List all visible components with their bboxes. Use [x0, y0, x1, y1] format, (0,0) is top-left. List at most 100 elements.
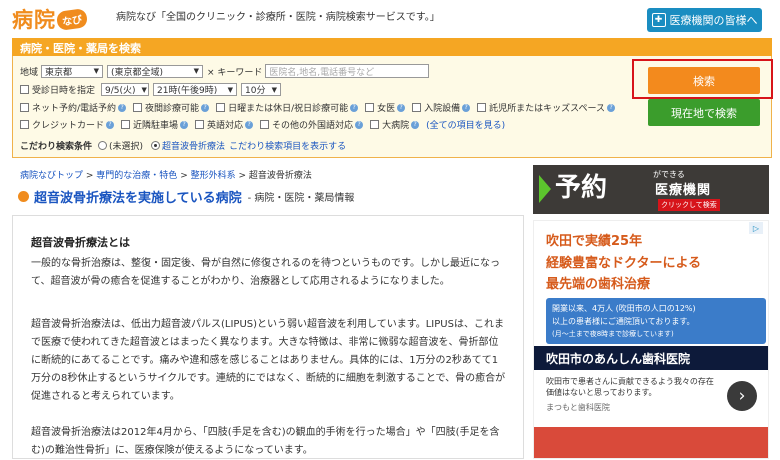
option-label: その他の外国語対応: [272, 121, 354, 131]
city-select[interactable]: (東京都全域) ▼: [107, 64, 204, 78]
search-button-highlight: [632, 59, 773, 99]
time-value: 21時(午後9時): [157, 86, 218, 96]
option-label: 女医: [377, 104, 396, 114]
option-label: 近隣駐車場: [133, 121, 179, 131]
ad-line-2: 経験豊富なドクターによる: [546, 256, 702, 271]
help-icon[interactable]: ?: [180, 120, 189, 129]
ad-banner: 開業以来、4万人 (吹田市の人口の12%) 以上の患者様にご通院頂いております。…: [546, 298, 766, 344]
help-icon[interactable]: ?: [607, 103, 616, 112]
dental-ad[interactable]: 吹田で実績25年 経験豊富なドクターによる 最先端の歯科治療 開業以来、4万人 …: [533, 220, 769, 459]
option-credit-card[interactable]: クレジットカード?: [20, 118, 121, 131]
time-select[interactable]: 21時(午後9時) ▼: [153, 83, 238, 96]
checkbox[interactable]: [412, 103, 422, 112]
option-label: 夜間診療可能: [145, 104, 200, 114]
ad-tag: クリックして検索: [658, 199, 720, 211]
radio-selected[interactable]: [151, 141, 161, 150]
help-icon[interactable]: ?: [355, 120, 364, 129]
option-label: 日曜または休日/祝日診療可能: [228, 104, 349, 114]
date-checkbox[interactable]: [20, 85, 29, 94]
option-night[interactable]: 夜間診療可能?: [133, 101, 216, 114]
ad-description: 吹田市で患者さんに貢献できるよう我々の存在価値はないと思っております。: [546, 377, 714, 397]
option-large-hospital[interactable]: 大病院?: [370, 118, 426, 131]
chevron-down-icon: ▼: [227, 85, 234, 94]
checkbox[interactable]: [477, 103, 487, 112]
ad-line-3: 最先端の歯科治療: [546, 277, 651, 292]
checkbox[interactable]: [20, 103, 29, 112]
breadcrumb-item[interactable]: 専門的な治療・特色: [96, 171, 177, 181]
checkbox[interactable]: [133, 103, 143, 112]
site-tagline: 病院なび「全国のクリニック・診療所・医院・病院検索サービスです。」: [116, 12, 440, 23]
breadcrumb-item[interactable]: 整形外科系: [191, 171, 236, 181]
checkbox[interactable]: [195, 120, 205, 129]
help-icon[interactable]: ?: [411, 120, 420, 129]
option-label: 入院設備: [424, 104, 461, 114]
institution-button[interactable]: ✚ 医療機関の皆様へ: [647, 8, 762, 32]
help-icon[interactable]: ?: [245, 120, 254, 129]
section-heading: 超音波骨折療法とは: [31, 236, 130, 249]
arrow-icon: [539, 175, 551, 203]
ad-big: 医療機関: [655, 183, 712, 198]
option-net-reservation[interactable]: ネット予約/電話予約?: [20, 101, 133, 114]
breadcrumb-separator: >: [85, 171, 97, 181]
option-kids-space[interactable]: 託児所またはキッズスペース?: [477, 101, 622, 114]
site-logo[interactable]: 病院 なび: [12, 4, 89, 34]
ad-info-icon[interactable]: ▷: [749, 222, 763, 234]
date-row: 受診日時を指定 9/5(火) ▼ 21時(午後9時) ▼ 10分 ▼: [20, 83, 285, 96]
options-row-1: ネット予約/電話予約? 夜間診療可能? 日曜または休日/祝日診療可能? 女医? …: [20, 101, 622, 114]
option-female-doctor[interactable]: 女医?: [365, 101, 412, 114]
checkbox[interactable]: [121, 120, 131, 129]
condition-label: こだわり検索条件: [20, 142, 93, 152]
checkbox[interactable]: [216, 103, 226, 112]
option-other-language[interactable]: その他の外国語対応?: [260, 118, 370, 131]
reservation-ad[interactable]: 予約 ができる 医療機関 クリックして検索: [533, 165, 769, 214]
ad-yoyaku: 予約: [555, 173, 608, 203]
help-icon[interactable]: ?: [201, 103, 210, 112]
option-label: 託児所またはキッズスペース: [489, 104, 606, 114]
chevron-down-icon: ▼: [271, 85, 278, 94]
minute-select[interactable]: 10分 ▼: [241, 83, 282, 96]
checkbox[interactable]: [370, 120, 380, 129]
radio-selected-label: 超音波骨折療法: [162, 142, 226, 152]
ad-clinic-name: 吹田市のあんしん歯科医院: [534, 346, 768, 370]
option-english[interactable]: 英語対応?: [195, 118, 260, 131]
location-search-button[interactable]: 現在地で検索: [648, 99, 760, 126]
checkbox[interactable]: [20, 120, 29, 129]
condition-link[interactable]: こだわり検索項目を表示する: [229, 139, 346, 152]
radio-unselected-label: (未選択): [109, 142, 144, 152]
all-items-link[interactable]: (全ての項目を見る): [426, 118, 505, 131]
condition-row: こだわり検索条件 (未選択) 超音波骨折療法 こだわり検索項目を表示する: [20, 139, 346, 152]
page-title-text: 超音波骨折療法を実施している病院: [34, 191, 242, 206]
help-icon[interactable]: ?: [106, 120, 115, 129]
checkbox[interactable]: [365, 103, 375, 112]
breadcrumb-separator: >: [180, 171, 191, 181]
breadcrumb: 病院なびトップ > 専門的な治療・特色 > 整形外科系 > 超音波骨折療法: [20, 168, 312, 181]
ad-banner-line-2: 以上の患者様にご通院頂いております。: [552, 317, 695, 326]
help-icon[interactable]: ?: [397, 103, 406, 112]
date-label: 受診日時を指定: [32, 86, 96, 96]
chevron-down-icon: ▼: [193, 67, 200, 75]
ad-source: まつもと歯科医院: [546, 403, 610, 412]
date-select[interactable]: 9/5(火) ▼: [101, 83, 150, 96]
keyword-input[interactable]: 医院名,地名,電話番号など: [265, 64, 430, 78]
ad-next-button[interactable]: ›: [727, 381, 757, 411]
page-subtitle: - 病院・医院・薬局情報: [247, 193, 355, 204]
breadcrumb-current: 超音波骨折療法: [248, 171, 312, 181]
help-icon[interactable]: ?: [118, 103, 127, 112]
bullet-icon: [18, 191, 29, 202]
paragraph-3: 超音波骨折治療法は2012年4月から、「四肢(手足を含む)の観血的手術を行った場…: [31, 427, 500, 456]
area-row: 地域 東京都 ▼ (東京都全域) ▼ × キーワード 医院名,地名,電話番号など: [20, 64, 430, 78]
ad-banner-line-3: (月〜土まで夜8時まで診療しています): [552, 330, 674, 338]
prefecture-select[interactable]: 東京都 ▼: [41, 64, 104, 78]
help-icon[interactable]: ?: [350, 103, 359, 112]
option-parking[interactable]: 近隣駐車場?: [121, 118, 195, 131]
option-inpatient[interactable]: 入院設備?: [412, 101, 477, 114]
option-label: クレジットカード: [32, 121, 105, 131]
breadcrumb-item[interactable]: 病院なびトップ: [20, 171, 83, 181]
help-icon[interactable]: ?: [462, 103, 471, 112]
checkbox[interactable]: [260, 120, 270, 129]
radio-unselected[interactable]: [98, 141, 108, 150]
option-holiday[interactable]: 日曜または休日/祝日診療可能?: [216, 101, 365, 114]
option-label: 大病院: [382, 121, 410, 131]
institution-button-label: 医療機関の皆様へ: [669, 14, 758, 27]
area-label: 地域: [20, 67, 39, 78]
